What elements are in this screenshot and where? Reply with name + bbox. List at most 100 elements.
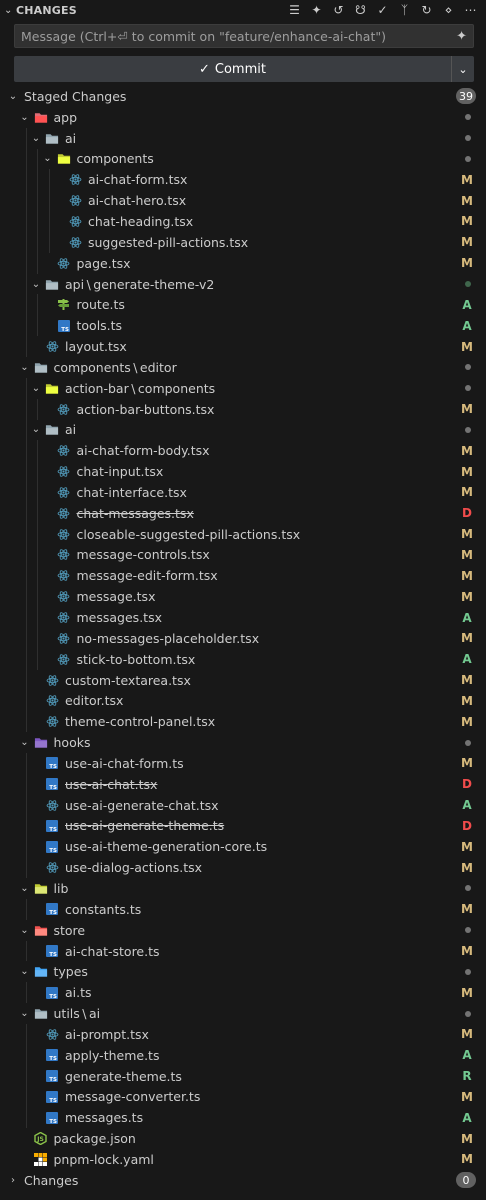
chevron-down-icon[interactable]: ⌄ [4,5,16,16]
chevron-down-icon[interactable]: ⌄ [18,112,32,123]
fork-icon[interactable]: ⋄ [439,1,458,19]
tree-file-row[interactable]: no-messages-placeholder.tsx M [0,627,486,649]
tree-file-row[interactable]: TS use-ai-theme-generation-core.ts M [0,836,486,858]
generate-commit-message-icon[interactable]: ✦ [307,1,326,19]
tree-file-row[interactable]: TS use-ai-chat.tsx D [0,773,486,795]
svg-text:TS: TS [49,785,57,790]
commit-options-button[interactable]: ⌄ [452,56,474,82]
tree-file-row[interactable]: theme-control-panel.tsx M [0,711,486,733]
tree-file-row[interactable]: message-edit-form.tsx M [0,565,486,587]
tree-folder-row[interactable]: ⌄ hooks [0,732,486,753]
indent-guide [48,190,50,212]
tree-file-row[interactable]: chat-interface.tsx M [0,482,486,503]
tree-file-row[interactable]: editor.tsx M [0,690,486,712]
staged-changes-header[interactable]: ⌄ Staged Changes 39 [0,86,486,107]
tree-file-row[interactable]: use-ai-generate-chat.tsx A [0,794,486,816]
view-as-tree-icon[interactable]: ☰ [285,1,304,19]
graph-icon[interactable]: ☋ [351,1,370,19]
typescript-icon: TS [45,777,59,791]
tree-folder-row[interactable]: ⌄ types [0,961,486,982]
checkmark-icon[interactable]: ✓ [373,1,392,19]
indent-guide [37,398,38,420]
folder-icon [34,360,48,374]
tree-file-row[interactable]: ai-chat-form.tsx M [0,169,486,191]
git-status-badge: M [461,568,473,583]
chevron-down-icon[interactable]: ⌄ [29,424,43,435]
tree-file-row[interactable]: TS messages.ts A [0,1107,486,1129]
chevron-down-icon[interactable]: ⌄ [18,737,32,748]
commit-message-input[interactable] [21,28,457,44]
commit-button[interactable]: ✓ Commit [14,56,452,82]
tree-file-row[interactable]: suggested-pill-actions.tsx M [0,231,486,253]
svg-text:TS: TS [49,1077,57,1082]
tree-folder-row[interactable]: ⌄ store [0,920,486,941]
tree-file-row[interactable]: pnpm-lock.yaml M [0,1149,486,1170]
chevron-down-icon[interactable]: ⌄ [18,883,32,894]
indent-guide [25,669,27,691]
chevron-down-icon[interactable]: ⌄ [41,153,55,164]
chevron-down-icon[interactable]: ⌄ [29,133,43,144]
changes-header[interactable]: ⌄ CHANGES ☰ ✦ ↺ ☋ ✓ ᛉ ↻ ⋄ ⋯ [0,0,486,20]
branch-icon[interactable]: ᛉ [395,1,414,19]
tree-file-row[interactable]: messages.tsx A [0,607,486,628]
indent-guide [48,231,50,253]
sparkle-icon[interactable]: ✦ [456,29,467,44]
tree-file-row[interactable]: ai-chat-form-body.tsx M [0,440,486,462]
tree-folder-row[interactable]: ⌄ app [0,107,486,128]
indent-guide [25,231,27,253]
tree-file-row[interactable]: action-bar-buttons.tsx M [0,398,486,420]
typescript-icon: TS [45,944,59,958]
tree-folder-row[interactable]: ⌄ api \ generate-theme-v2 [0,273,486,295]
tree-file-row[interactable]: ai-chat-hero.tsx M [0,190,486,212]
types-folder-icon [34,965,48,979]
tree-folder-row[interactable]: ⌄ ai [0,127,486,149]
tree-folder-row[interactable]: ⌄ components \ editor [0,357,486,378]
tree-folder-row[interactable]: ⌄ ai [0,419,486,441]
chevron-down-icon[interactable]: ⌄ [18,1008,32,1019]
chevron-down-icon[interactable]: ⌄ [18,925,32,936]
tree-file-row[interactable]: route.ts A [0,294,486,316]
tree-file-row[interactable]: TS generate-theme.ts R [0,1065,486,1087]
tree-file-row[interactable]: TS ai.ts M [0,982,486,1004]
tree-file-row[interactable]: page.tsx M [0,252,486,274]
tree-file-row[interactable]: closeable-suggested-pill-actions.tsx M [0,523,486,545]
chevron-down-icon[interactable]: ⌄ [29,383,43,394]
changes-section-header[interactable]: › Changes 0 [0,1170,486,1191]
tree-file-row[interactable]: chat-input.tsx M [0,461,486,483]
tree-file-row[interactable]: ai-prompt.tsx M [0,1023,486,1045]
tree-file-row[interactable]: custom-textarea.tsx M [0,669,486,691]
tree-folder-row[interactable]: ⌄ lib [0,878,486,899]
tree-file-row[interactable]: TS apply-theme.ts A [0,1044,486,1066]
chevron-down-icon[interactable]: ⌄ [18,966,32,977]
tree-file-row[interactable]: use-dialog-actions.tsx M [0,857,486,879]
tree-file-row[interactable]: TS message-converter.ts M [0,1086,486,1108]
tree-file-row[interactable]: layout.tsx M [0,336,486,357]
tree-file-row[interactable]: message-controls.tsx M [0,544,486,566]
tree-file-row[interactable]: message.tsx M [0,586,486,608]
tree-file-row[interactable]: TS tools.ts A [0,315,486,337]
tree-file-row[interactable]: TS use-ai-generate-theme.ts D [0,815,486,837]
chevron-down-icon[interactable]: ⌄ [29,279,43,290]
tree-folder-row[interactable]: ⌄ action-bar \ components [0,377,486,399]
indent-guide [37,544,38,566]
file-label: no-messages-placeholder.tsx [76,630,260,646]
tree-file-row[interactable]: TS constants.ts M [0,898,486,920]
git-status-badge: A [462,1110,472,1125]
tree-file-row[interactable]: chat-messages.tsx D [0,502,486,524]
more-actions-icon[interactable]: ⋯ [461,1,480,19]
file-label: pnpm-lock.yaml [53,1151,154,1167]
tree-file-row[interactable]: chat-heading.tsx M [0,211,486,232]
chevron-right-icon[interactable]: › [6,1175,20,1186]
tree-file-row[interactable]: TS use-ai-chat-form.ts M [0,753,486,774]
chevron-down-icon[interactable]: ⌄ [18,362,32,373]
tree-file-row[interactable]: stick-to-bottom.tsx A [0,648,486,670]
git-status-badge: D [462,818,472,833]
discard-all-icon[interactable]: ↺ [329,1,348,19]
file-label: package.json [53,1131,136,1147]
tree-file-row[interactable]: TS ai-chat-store.ts M [0,940,486,962]
tree-folder-row[interactable]: ⌄ components [0,148,486,170]
tree-folder-row[interactable]: ⌄ utils \ ai [0,1003,486,1024]
chevron-down-icon[interactable]: ⌄ [6,91,20,102]
tree-file-row[interactable]: JS package.json M [0,1128,486,1149]
refresh-icon[interactable]: ↻ [417,1,436,19]
